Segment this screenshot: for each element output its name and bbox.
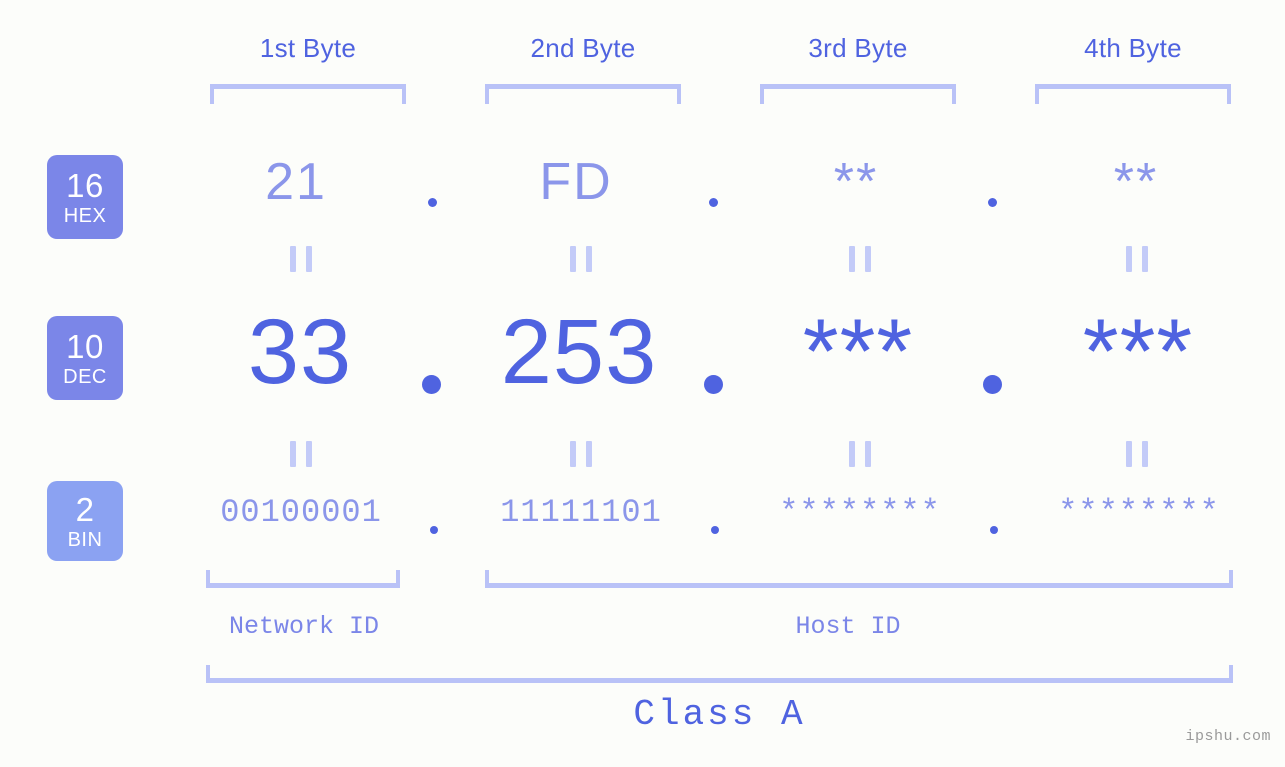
base-badge-bin: 2 BIN (47, 481, 123, 561)
dec-byte-4: *** (1082, 301, 1194, 403)
dec-separator-dot-2 (704, 375, 723, 394)
dec-byte-2: 253 (500, 301, 658, 403)
class-label: Class A (633, 694, 806, 735)
bin-byte-3: ******** (779, 494, 941, 531)
bin-byte-1: 00100001 (220, 494, 382, 531)
dec-separator-dot-3 (983, 375, 1002, 394)
bin-byte-2: 11111101 (500, 494, 662, 531)
equals-icon-hex-dec-2 (570, 246, 592, 272)
hex-separator-dot-3 (988, 198, 997, 207)
equals-icon-dec-bin-2 (570, 441, 592, 467)
byte-bracket-top-3 (760, 84, 956, 104)
base-badge-bin-number: 2 (75, 490, 95, 528)
equals-icon-hex-dec-1 (290, 246, 312, 272)
byte-bracket-top-4 (1035, 84, 1231, 104)
class-bracket (206, 665, 1233, 683)
equals-icon-dec-bin-3 (849, 441, 871, 467)
base-badge-dec-label: DEC (63, 365, 107, 388)
base-badge-dec: 10 DEC (47, 316, 123, 400)
bin-separator-dot-2 (711, 526, 719, 534)
network-id-label: Network ID (228, 612, 380, 641)
equals-icon-hex-dec-4 (1126, 246, 1148, 272)
ip-breakdown-diagram: 1st Byte 2nd Byte 3rd Byte 4th Byte 16 H… (0, 0, 1285, 767)
byte-bracket-top-1 (210, 84, 406, 104)
bin-separator-dot-1 (430, 526, 438, 534)
bin-separator-dot-3 (990, 526, 998, 534)
byte-header-1: 1st Byte (259, 33, 357, 63)
network-id-bracket (206, 570, 400, 588)
base-badge-hex: 16 HEX (47, 155, 123, 239)
equals-icon-dec-bin-1 (290, 441, 312, 467)
hex-byte-3: ** (833, 153, 879, 211)
equals-icon-dec-bin-4 (1126, 441, 1148, 467)
host-id-label: Host ID (795, 612, 901, 641)
base-badge-hex-number: 16 (66, 166, 104, 204)
bin-byte-4: ******** (1058, 494, 1220, 531)
hex-separator-dot-2 (709, 198, 718, 207)
byte-header-3: 3rd Byte (808, 33, 908, 63)
host-id-bracket (485, 570, 1233, 588)
byte-header-2: 2nd Byte (530, 33, 636, 63)
byte-bracket-top-2 (485, 84, 681, 104)
hex-byte-2: FD (539, 153, 613, 211)
hex-separator-dot-1 (428, 198, 437, 207)
base-badge-dec-number: 10 (66, 327, 104, 365)
equals-icon-hex-dec-3 (849, 246, 871, 272)
dec-separator-dot-1 (422, 375, 441, 394)
base-badge-hex-label: HEX (63, 204, 107, 227)
byte-header-4: 4th Byte (1084, 33, 1182, 63)
hex-byte-1: 21 (265, 153, 327, 211)
hex-byte-4: ** (1113, 153, 1159, 211)
dec-byte-3: *** (802, 301, 914, 403)
watermark: ipshu.com (1185, 728, 1271, 745)
dec-byte-1: 33 (247, 301, 353, 403)
base-badge-bin-label: BIN (67, 528, 103, 551)
